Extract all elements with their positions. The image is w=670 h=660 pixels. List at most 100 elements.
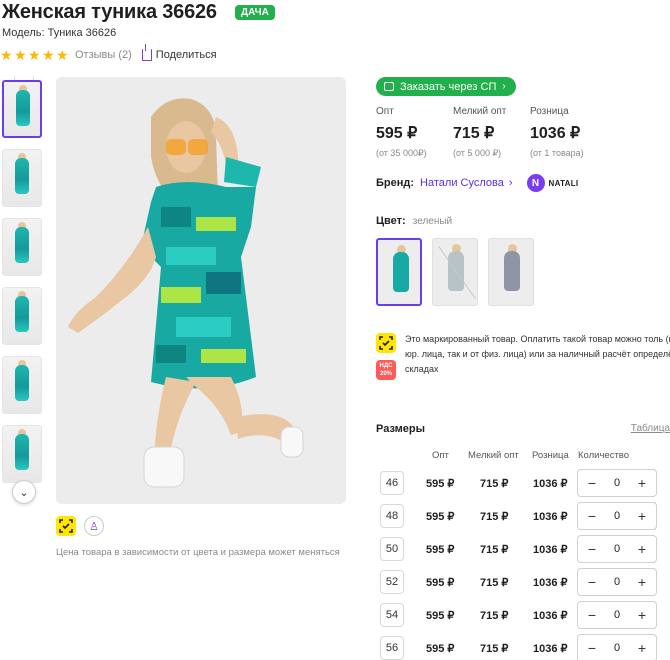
size-row: 52 595 ₽ 715 ₽ 1036 ₽ − 0 + <box>376 566 670 599</box>
size-row: 48 595 ₽ 715 ₽ 1036 ₽ − 0 + <box>376 500 670 533</box>
product-model: Модель: Туника 36626 <box>2 27 117 39</box>
share-button[interactable]: Поделиться <box>141 44 217 61</box>
size-price-retail: 1036 ₽ <box>533 577 568 589</box>
size-price-small: 715 ₽ <box>480 577 509 589</box>
brand-label: Бренд: <box>376 177 415 189</box>
price-condition: (от 1 товара) <box>530 148 584 158</box>
size-price-opt: 595 ₽ <box>426 511 455 523</box>
quantity-value[interactable]: 0 <box>614 609 620 621</box>
quantity-stepper: − 0 + <box>577 535 657 563</box>
thumbnail[interactable] <box>2 218 42 276</box>
size-price-small: 715 ₽ <box>480 478 509 490</box>
star-icon: ★ <box>14 47 27 63</box>
price-tiers: Опт 595 ₽ (от 35 000₽) Мелкий опт 715 ₽ … <box>376 106 607 159</box>
size-row: 56 595 ₽ 715 ₽ 1036 ₽ − 0 + <box>376 632 670 660</box>
model-params-icon[interactable]: ♙ <box>84 516 104 536</box>
column-small-opt: Мелкий опт <box>468 450 519 461</box>
size-price-opt: 595 ₽ <box>426 577 455 589</box>
marking-icon[interactable] <box>56 516 76 536</box>
decrease-button[interactable]: − <box>586 641 598 655</box>
quantity-stepper: − 0 + <box>577 469 657 497</box>
price-label: Опт <box>376 106 394 117</box>
increase-button[interactable]: + <box>636 575 648 589</box>
brand-row: Бренд: Натали Суслова › N NATALI <box>376 174 578 192</box>
thumbnail[interactable] <box>2 80 42 138</box>
size-value: 50 <box>380 537 404 561</box>
increase-button[interactable]: + <box>636 542 648 556</box>
star-icon: ★ <box>56 47 69 63</box>
color-swatches <box>376 238 534 306</box>
thumbnails-down-button[interactable]: ⌄ <box>12 480 36 504</box>
cart-icon <box>384 82 394 91</box>
increase-button[interactable]: + <box>636 608 648 622</box>
quantity-stepper: − 0 + <box>577 568 657 596</box>
brand-logo-mark: N <box>526 174 545 192</box>
product-title: Женская туника 36626 <box>2 1 217 23</box>
vat-badge: НДС 20% <box>376 360 396 380</box>
marking-note-text: Это маркированный товар. Оплатить такой … <box>405 334 670 374</box>
size-price-small: 715 ₽ <box>480 544 509 556</box>
quantity-value[interactable]: 0 <box>614 477 620 489</box>
size-value: 54 <box>380 603 404 627</box>
price-value: 715 ₽ <box>453 125 495 142</box>
size-price-opt: 595 ₽ <box>426 478 455 490</box>
size-price-retail: 1036 ₽ <box>533 511 568 523</box>
reviews-link[interactable]: Отзывы (2) <box>75 49 132 61</box>
price-label: Розница <box>530 106 569 117</box>
quantity-value[interactable]: 0 <box>614 576 620 588</box>
rating-row: ★ ★ ★ ★ ★ Отзывы (2) Поделиться <box>0 44 217 64</box>
photo-icons: ♙ <box>56 516 104 536</box>
brand-logo-text: NATALI <box>548 178 579 188</box>
size-price-retail: 1036 ₽ <box>533 643 568 655</box>
quantity-value[interactable]: 0 <box>614 543 620 555</box>
increase-button[interactable]: + <box>636 509 648 523</box>
decrease-button[interactable]: − <box>586 509 598 523</box>
brand-link[interactable]: Натали Суслова <box>420 177 504 189</box>
vat-line1: НДС <box>379 363 393 369</box>
star-icon: ★ <box>28 47 41 63</box>
order-via-sp-button[interactable]: Заказать через СП › <box>376 77 516 96</box>
vat-line2: 20% <box>379 371 392 377</box>
share-icon <box>141 44 152 61</box>
color-row: Цвет: зеленый <box>376 215 452 227</box>
price-note: Цена товара в зависимости от цвета и раз… <box>56 547 340 558</box>
column-retail: Розница <box>532 450 569 461</box>
price-value: 1036 ₽ <box>530 125 581 142</box>
sizes-header: Размеры Таблица <box>376 423 670 435</box>
thumbnail[interactable] <box>2 356 42 414</box>
collection-badge[interactable]: ДАЧА <box>235 5 275 20</box>
quantity-value[interactable]: 0 <box>614 642 620 654</box>
decrease-button[interactable]: − <box>586 476 598 490</box>
thumbnail[interactable] <box>2 149 42 207</box>
size-price-opt: 595 ₽ <box>426 643 455 655</box>
color-swatch-grey[interactable] <box>488 238 534 306</box>
size-rows: 46 595 ₽ 715 ₽ 1036 ₽ − 0 + 48 595 ₽ 715… <box>376 467 670 660</box>
color-value: зеленый <box>412 216 453 227</box>
main-product-photo[interactable] <box>56 77 346 504</box>
thumbnail[interactable] <box>2 287 42 345</box>
color-swatch-green[interactable] <box>376 238 422 306</box>
price-tier-opt: Опт 595 ₽ (от 35 000₽) <box>376 106 453 159</box>
size-value: 56 <box>380 636 404 660</box>
decrease-button[interactable]: − <box>586 575 598 589</box>
size-row: 54 595 ₽ 715 ₽ 1036 ₽ − 0 + <box>376 599 670 632</box>
thumbnail-strip: ⌄ <box>2 76 46 504</box>
color-swatch-grey-print[interactable] <box>432 238 478 306</box>
quantity-value[interactable]: 0 <box>614 510 620 522</box>
marking-note: Это маркированный товар. Оплатить такой … <box>376 332 670 377</box>
brand-logo[interactable]: N NATALI <box>526 174 579 192</box>
size-price-small: 715 ₽ <box>480 643 509 655</box>
star-icon: ★ <box>42 47 55 63</box>
size-price-retail: 1036 ₽ <box>533 478 568 490</box>
increase-button[interactable]: + <box>636 641 648 655</box>
size-table-link[interactable]: Таблица <box>631 423 670 435</box>
increase-button[interactable]: + <box>636 476 648 490</box>
decrease-button[interactable]: − <box>586 542 598 556</box>
quantity-stepper: − 0 + <box>577 634 657 660</box>
price-label: Мелкий опт <box>453 106 507 117</box>
size-value: 52 <box>380 570 404 594</box>
decrease-button[interactable]: − <box>586 608 598 622</box>
chevron-right-icon: › <box>502 81 506 92</box>
thumbnail[interactable] <box>2 425 42 483</box>
size-value: 48 <box>380 504 404 528</box>
